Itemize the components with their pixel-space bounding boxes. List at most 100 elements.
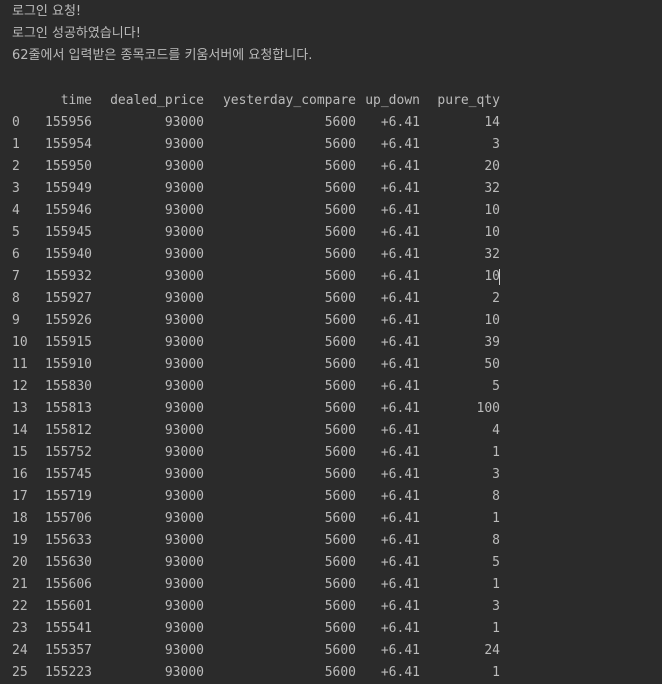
- row-index: 24: [12, 643, 28, 658]
- cell-yesterday-compare: 5600: [324, 159, 356, 174]
- cell-pure-qty: 3: [492, 599, 500, 614]
- cell-time: 155812: [45, 423, 92, 438]
- cell-time: 155915: [45, 335, 92, 350]
- row-index: 0: [12, 115, 20, 130]
- table-row: 6 155940 93000 5600 +6.41 32: [0, 244, 662, 266]
- cell-time: 155910: [45, 357, 92, 372]
- column-header-pure-qty: pure_qty: [437, 93, 500, 108]
- cell-yesterday-compare: 5600: [324, 489, 356, 504]
- cell-dealed-price: 93000: [164, 599, 204, 614]
- row-index: 22: [12, 599, 28, 614]
- cell-yesterday-compare: 5600: [324, 247, 356, 262]
- cell-dealed-price: 93000: [164, 269, 204, 284]
- cell-dealed-price: 93000: [164, 203, 204, 218]
- cell-yesterday-compare: 5600: [324, 313, 356, 328]
- cell-pure-qty: 2: [492, 291, 500, 306]
- cell-time: 155601: [45, 599, 92, 614]
- table-row: 5 155945 93000 5600 +6.41 10: [0, 222, 662, 244]
- cell-up-down: +6.41: [380, 159, 420, 174]
- cell-pure-qty: 3: [492, 137, 500, 152]
- cell-time: 155940: [45, 247, 92, 262]
- table-row: 21 155606 93000 5600 +6.41 1: [0, 574, 662, 596]
- cell-time: 155926: [45, 313, 92, 328]
- row-index: 10: [12, 335, 28, 350]
- cell-up-down: +6.41: [380, 335, 420, 350]
- table-row: 10 155915 93000 5600 +6.41 39: [0, 332, 662, 354]
- row-index: 6: [12, 247, 20, 262]
- row-index: 14: [12, 423, 28, 438]
- cell-dealed-price: 93000: [164, 247, 204, 262]
- text-cursor: [499, 269, 500, 285]
- row-index: 4: [12, 203, 20, 218]
- column-header-up-down: up_down: [365, 93, 420, 108]
- table-row: 9 155926 93000 5600 +6.41 10: [0, 310, 662, 332]
- cell-dealed-price: 93000: [164, 137, 204, 152]
- cell-up-down: +6.41: [380, 181, 420, 196]
- table-row: 25 155223 93000 5600 +6.41 1: [0, 662, 662, 684]
- table-row: 22 155601 93000 5600 +6.41 3: [0, 596, 662, 618]
- cell-dealed-price: 93000: [164, 379, 204, 394]
- table-row: 16 155745 93000 5600 +6.41 3: [0, 464, 662, 486]
- cell-dealed-price: 93000: [164, 335, 204, 350]
- table-row: 11 155910 93000 5600 +6.41 50: [0, 354, 662, 376]
- row-index: 19: [12, 533, 28, 548]
- cell-pure-qty: 8: [492, 533, 500, 548]
- cell-dealed-price: 93000: [164, 665, 204, 680]
- cell-up-down: +6.41: [380, 533, 420, 548]
- cell-pure-qty: 32: [484, 181, 500, 196]
- cell-pure-qty: 1: [492, 511, 500, 526]
- cell-pure-qty: 14: [484, 115, 500, 130]
- table-row: 0 155956 93000 5600 +6.41 14: [0, 112, 662, 134]
- cell-dealed-price: 93000: [164, 423, 204, 438]
- cell-up-down: +6.41: [380, 665, 420, 680]
- row-index: 21: [12, 577, 28, 592]
- row-index: 13: [12, 401, 28, 416]
- cell-pure-qty: 10: [484, 313, 500, 328]
- table-row: 18 155706 93000 5600 +6.41 1: [0, 508, 662, 530]
- cell-yesterday-compare: 5600: [324, 445, 356, 460]
- cell-yesterday-compare: 5600: [324, 379, 356, 394]
- console-message: 62줄에서 입력받은 종목코드를 키움서버에 요청합니다.: [12, 48, 313, 63]
- cell-yesterday-compare: 5600: [324, 203, 356, 218]
- cell-time: 155752: [45, 445, 92, 460]
- cell-dealed-price: 93000: [164, 401, 204, 416]
- table-row: 23 155541 93000 5600 +6.41 1: [0, 618, 662, 640]
- cell-pure-qty: 5: [492, 379, 500, 394]
- cell-pure-qty: 5: [492, 555, 500, 570]
- cell-time: 155745: [45, 467, 92, 482]
- cell-dealed-price: 93000: [164, 115, 204, 130]
- cell-yesterday-compare: 5600: [324, 225, 356, 240]
- cell-time: 155719: [45, 489, 92, 504]
- table-row: 7 155932 93000 5600 +6.41 10: [0, 266, 662, 288]
- table-header-row: time dealed_price yesterday_compare up_d…: [0, 90, 662, 112]
- cell-up-down: +6.41: [380, 401, 420, 416]
- cell-up-down: +6.41: [380, 577, 420, 592]
- cell-pure-qty: 20: [484, 159, 500, 174]
- table-row: 15 155752 93000 5600 +6.41 1: [0, 442, 662, 464]
- cell-time: 155956: [45, 115, 92, 130]
- table-row: 4 155946 93000 5600 +6.41 10: [0, 200, 662, 222]
- table-row: 17 155719 93000 5600 +6.41 8: [0, 486, 662, 508]
- cell-dealed-price: 93000: [164, 533, 204, 548]
- cell-yesterday-compare: 5600: [324, 291, 356, 306]
- cell-time: 155946: [45, 203, 92, 218]
- table-row: 13 155813 93000 5600 +6.41 100: [0, 398, 662, 420]
- cell-up-down: +6.41: [380, 137, 420, 152]
- row-index: 1: [12, 137, 20, 152]
- row-index: 17: [12, 489, 28, 504]
- row-index: 2: [12, 159, 20, 174]
- cell-pure-qty: 1: [492, 577, 500, 592]
- cell-up-down: +6.41: [380, 621, 420, 636]
- cell-time: 155633: [45, 533, 92, 548]
- cell-up-down: +6.41: [380, 357, 420, 372]
- column-header-dealed-price: dealed_price: [110, 93, 204, 108]
- cell-time: 155954: [45, 137, 92, 152]
- cell-dealed-price: 93000: [164, 159, 204, 174]
- cell-yesterday-compare: 5600: [324, 357, 356, 372]
- cell-yesterday-compare: 5600: [324, 467, 356, 482]
- cell-up-down: +6.41: [380, 247, 420, 262]
- cell-yesterday-compare: 5600: [324, 401, 356, 416]
- console-message: 로그인 성공하였습니다!: [12, 26, 141, 41]
- console-output[interactable]: 로그인 요청! 로그인 성공하였습니다! 62줄에서 입력받은 종목코드를 키움…: [0, 0, 662, 684]
- row-index: 9: [12, 313, 20, 328]
